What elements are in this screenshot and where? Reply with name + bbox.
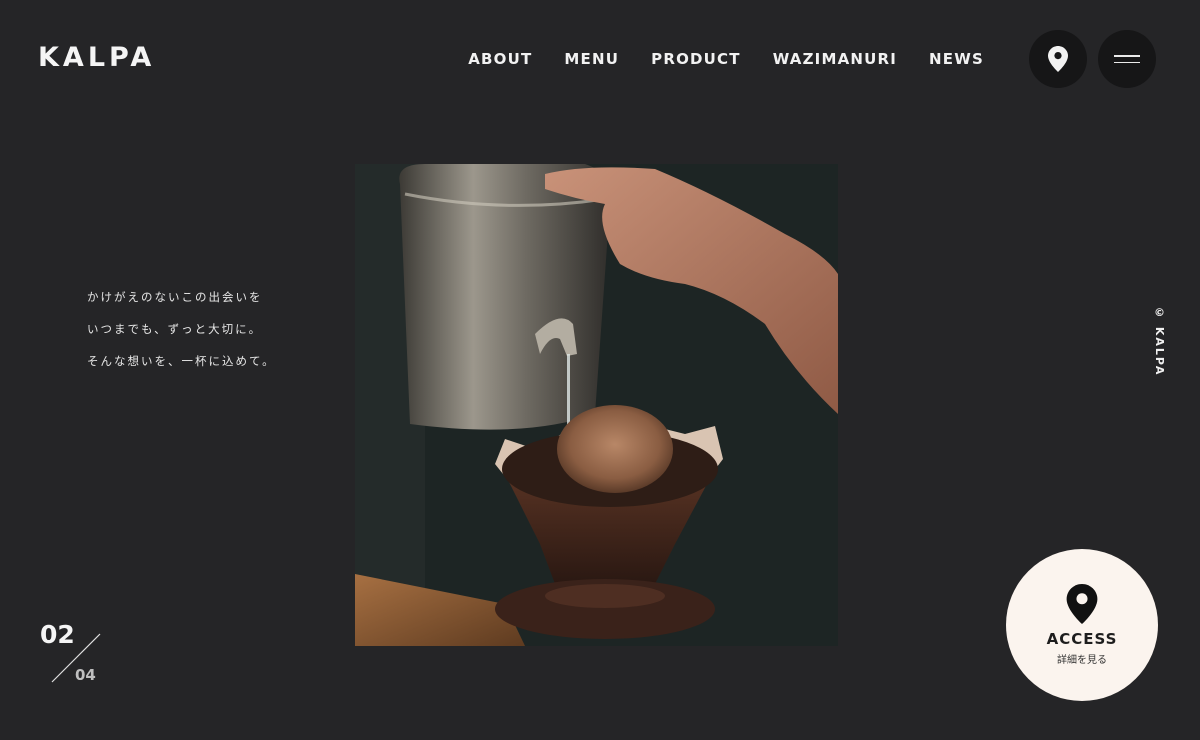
map-button[interactable] (1029, 30, 1087, 88)
menu-button[interactable] (1098, 30, 1156, 88)
slide-counter-total: 04 (75, 666, 96, 684)
nav-about[interactable]: ABOUT (468, 50, 532, 68)
map-pin-icon (1066, 584, 1098, 624)
access-title: ACCESS (1046, 630, 1118, 648)
tagline-line-3: そんな想いを、一杯に込めて。 (87, 354, 276, 368)
main-nav: ABOUT MENU PRODUCT WAZIMANURI NEWS (468, 50, 984, 68)
tagline: かけがえのないこの出会いを いつまでも、ずっと大切に。 そんな想いを、一杯に込め… (87, 290, 276, 386)
hero-photo-coffee-pour-over (355, 164, 838, 646)
tagline-line-2: いつまでも、ずっと大切に。 (87, 322, 263, 336)
tagline-line-1: かけがえのないこの出会いを (87, 290, 263, 304)
nav-wazimanuri[interactable]: WAZIMANURI (773, 50, 897, 68)
nav-news[interactable]: NEWS (929, 50, 984, 68)
map-pin-icon (1048, 46, 1068, 72)
site-logo[interactable]: KALPA (38, 42, 155, 73)
copyright-vertical-label: © KALPA (1153, 306, 1166, 377)
hamburger-menu-icon (1114, 50, 1140, 68)
nav-menu[interactable]: MENU (564, 50, 619, 68)
access-button[interactable]: ACCESS 詳細を見る (1006, 549, 1158, 701)
nav-product[interactable]: PRODUCT (651, 50, 741, 68)
access-subtitle: 詳細を見る (1057, 655, 1107, 666)
